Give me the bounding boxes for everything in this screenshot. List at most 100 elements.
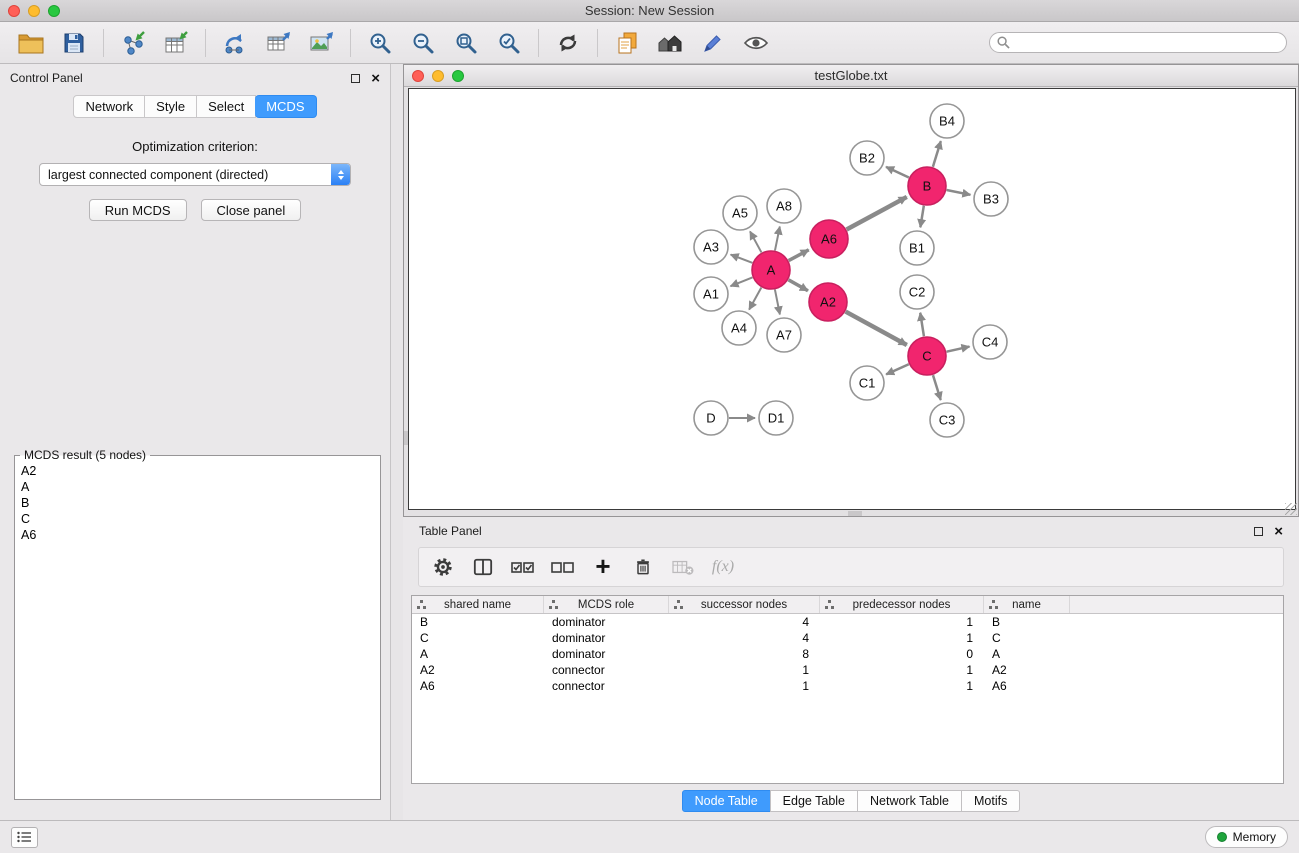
graph-edge-A-A8[interactable] (775, 227, 780, 251)
mcds-result-item[interactable]: C (21, 511, 380, 527)
mcds-result-item[interactable]: A6 (21, 527, 380, 543)
table-cell[interactable]: A6 (412, 678, 544, 694)
graph-node-B2[interactable]: B2 (850, 141, 884, 175)
table-cell[interactable]: connector (544, 678, 669, 694)
graph-node-D1[interactable]: D1 (759, 401, 793, 435)
graph-edge-C-C3[interactable] (933, 375, 941, 400)
table-cell[interactable]: 1 (820, 630, 984, 646)
create-column-button[interactable]: + (587, 551, 619, 583)
search-field[interactable] (989, 32, 1287, 53)
graph-node-A1[interactable]: A1 (694, 277, 728, 311)
resize-grip[interactable] (1285, 503, 1297, 515)
table-cell[interactable]: 4 (669, 630, 820, 646)
table-cell[interactable]: connector (544, 662, 669, 678)
table-cell[interactable]: A2 (984, 662, 1070, 678)
graph-edge-A2-C[interactable] (846, 312, 907, 345)
table-cell[interactable]: A (412, 646, 544, 662)
zoom-selected-button[interactable] (490, 26, 528, 60)
table-cell[interactable]: A2 (412, 662, 544, 678)
graph-edge-A-A1[interactable] (730, 277, 752, 286)
graph-node-B[interactable]: B (908, 167, 946, 205)
table-cell[interactable]: 1 (820, 662, 984, 678)
graph-node-A2[interactable]: A2 (809, 283, 847, 321)
close-traffic-light[interactable] (8, 5, 20, 17)
table-cell[interactable]: B (984, 614, 1070, 630)
tab-motifs[interactable]: Motifs (961, 790, 1020, 812)
save-session-button[interactable] (55, 26, 93, 60)
graph-node-B1[interactable]: B1 (900, 231, 934, 265)
graph-node-B3[interactable]: B3 (974, 182, 1008, 216)
graph-node-C4[interactable]: C4 (973, 325, 1007, 359)
graph-node-C[interactable]: C (908, 337, 946, 375)
mcds-result-item[interactable]: A (21, 479, 380, 495)
graph-node-C3[interactable]: C3 (930, 403, 964, 437)
window-edge-handle[interactable] (404, 431, 408, 445)
apply-layout-button[interactable] (549, 26, 587, 60)
tab-style[interactable]: Style (145, 95, 197, 118)
graph-edge-A-A6[interactable] (789, 250, 809, 261)
float-window-icon[interactable] (351, 74, 360, 83)
close-panel-icon[interactable]: × (1274, 524, 1283, 539)
table-cell[interactable]: 4 (669, 614, 820, 630)
show-panels-button[interactable] (11, 827, 38, 848)
table-settings-button[interactable] (427, 551, 459, 583)
close-panel-icon[interactable]: × (371, 71, 380, 86)
table-cell[interactable]: 1 (669, 678, 820, 694)
table-cell[interactable]: dominator (544, 646, 669, 662)
column-header-predecessor-nodes[interactable]: predecessor nodes (820, 596, 984, 613)
first-neighbors-button[interactable] (651, 26, 689, 60)
graph-node-A7[interactable]: A7 (767, 318, 801, 352)
graph-edge-A-A4[interactable] (749, 288, 761, 310)
table-cell[interactable]: A (984, 646, 1070, 662)
tab-network-table[interactable]: Network Table (857, 790, 962, 812)
tab-network[interactable]: Network (73, 95, 145, 118)
table-row[interactable]: Bdominator41B (412, 614, 1283, 630)
graph-edge-B-B2[interactable] (886, 167, 909, 178)
table-cell[interactable]: A6 (984, 678, 1070, 694)
net-zoom-traffic-light[interactable] (452, 70, 464, 82)
show-columns-button[interactable] (467, 551, 499, 583)
graph-node-C2[interactable]: C2 (900, 275, 934, 309)
column-header-successor-nodes[interactable]: successor nodes (669, 596, 820, 613)
import-table-button[interactable] (157, 26, 195, 60)
graph-edge-B-B1[interactable] (920, 206, 923, 228)
graph-node-D[interactable]: D (694, 401, 728, 435)
network-canvas[interactable]: B4B2BB3A5A8A6B1A3AA1C2A2A4A7C4CC1C3DD1 (408, 88, 1296, 510)
tab-mcds[interactable]: MCDS (255, 95, 316, 118)
search-input[interactable] (1015, 36, 1279, 50)
graph-edge-B-B3[interactable] (947, 190, 971, 195)
annotation-button[interactable] (694, 26, 732, 60)
run-mcds-button[interactable]: Run MCDS (89, 199, 187, 221)
tab-edge-table[interactable]: Edge Table (770, 790, 858, 812)
table-row[interactable]: Adominator80A (412, 646, 1283, 662)
mcds-result-list[interactable]: A2ABCA6 (15, 456, 380, 799)
table-row[interactable]: A6connector11A6 (412, 678, 1283, 694)
table-cell[interactable]: 0 (820, 646, 984, 662)
table-cell[interactable]: 8 (669, 646, 820, 662)
tab-node-table[interactable]: Node Table (682, 790, 771, 812)
column-header-MCDS-role[interactable]: MCDS role (544, 596, 669, 613)
export-table-button[interactable] (259, 26, 297, 60)
graph-edge-C-C1[interactable] (886, 364, 909, 374)
zoom-in-button[interactable] (361, 26, 399, 60)
graph-edge-A-A3[interactable] (731, 255, 753, 263)
zoom-fit-button[interactable] (447, 26, 485, 60)
mcds-result-item[interactable]: B (21, 495, 380, 511)
table-cell[interactable]: B (412, 614, 544, 630)
show-graphics-button[interactable] (737, 26, 775, 60)
table-cell[interactable]: dominator (544, 630, 669, 646)
graph-edge-A-A7[interactable] (775, 290, 780, 315)
graph-node-A3[interactable]: A3 (694, 230, 728, 264)
graph-node-C1[interactable]: C1 (850, 366, 884, 400)
table-cell[interactable]: dominator (544, 614, 669, 630)
graph-edge-C-C2[interactable] (920, 313, 924, 336)
table-row[interactable]: A2connector11A2 (412, 662, 1283, 678)
column-header-shared-name[interactable]: shared name (412, 596, 544, 613)
table-cell[interactable]: 1 (820, 678, 984, 694)
net-close-traffic-light[interactable] (412, 70, 424, 82)
delete-column-button[interactable] (627, 551, 659, 583)
graph-edge-A6-B[interactable] (847, 197, 907, 230)
copy-view-button[interactable] (608, 26, 646, 60)
export-image-button[interactable] (302, 26, 340, 60)
import-network-button[interactable] (114, 26, 152, 60)
